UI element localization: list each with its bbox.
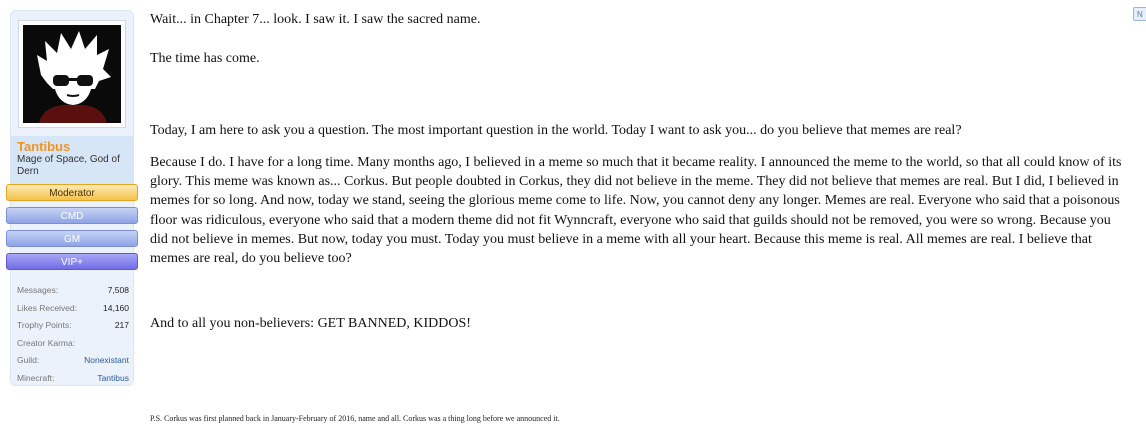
stat-value: 7,508 [107, 285, 129, 295]
stat-value[interactable]: Nonexistant [84, 352, 129, 370]
signature: P.S. Corkus was first planned back in Ja… [150, 414, 560, 423]
username[interactable]: Tantibus [17, 139, 127, 154]
stat-guild: Guild: Nonexistant [17, 352, 129, 370]
message-paragraph: Wait... in Chapter 7... look. I saw it. … [150, 12, 481, 27]
stat-likes: Likes Received: 14,160 [17, 300, 129, 318]
stat-creator-karma: Creator Karma: [17, 335, 129, 353]
message-paragraph: Today, I am here to ask you a question. … [150, 122, 962, 138]
message-paragraph: And to all you non-believers: GET BANNED… [150, 315, 471, 331]
stat-value[interactable]: 217 [115, 317, 129, 335]
stat-label: Creator Karma: [17, 337, 76, 348]
message-paragraph: Because I do. I have for a long time. Ma… [150, 154, 1122, 267]
banner-cmd: CMD [6, 207, 138, 224]
banner-moderator: Moderator [6, 184, 138, 201]
stat-minecraft: Minecraft: Tantibus [17, 370, 129, 388]
avatar-image [23, 25, 121, 123]
new-badge[interactable]: N [1133, 7, 1146, 21]
stat-label: Minecraft: [17, 372, 55, 383]
user-title: Mage of Space, God of Dern [17, 154, 120, 177]
banner-gm: GM [6, 230, 138, 247]
banner-vip: VIP+ [6, 253, 138, 270]
message-paragraph: The time has come. [150, 51, 260, 67]
stat-label: Trophy Points: [17, 320, 72, 330]
stat-label: Messages: [17, 285, 59, 295]
user-info-sidebar: Tantibus Mage of Space, God of Dern Mode… [6, 10, 138, 387]
message-body: Wait... in Chapter 7... look. I saw it. … [150, 10, 1125, 333]
stat-trophy-points: Trophy Points: 217 [17, 317, 129, 335]
stat-value: 14,160 [103, 302, 129, 313]
stat-messages: Messages: 7,508 [17, 282, 129, 300]
stat-label: Guild: [17, 355, 40, 365]
avatar[interactable] [18, 20, 126, 128]
stat-value[interactable]: Tantibus [97, 370, 129, 388]
user-stats: Messages: 7,508 Likes Received: 14,160 T… [17, 282, 129, 387]
stat-label: Likes Received: [17, 302, 78, 313]
